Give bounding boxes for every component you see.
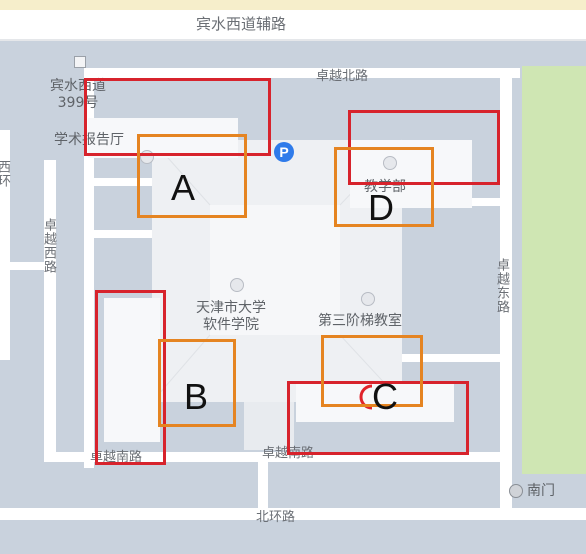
map-canvas[interactable]: 宾水西道辅路 卓越北路 卓越西路 卓越东路 卓越南路 卓越南路 北环路 西环 宾… — [0, 0, 586, 554]
marker-c: C — [372, 376, 398, 417]
red-box-b — [95, 290, 166, 465]
marker-d: D — [368, 187, 394, 228]
marker-a: A — [171, 167, 196, 208]
marker-b: B — [184, 376, 209, 417]
